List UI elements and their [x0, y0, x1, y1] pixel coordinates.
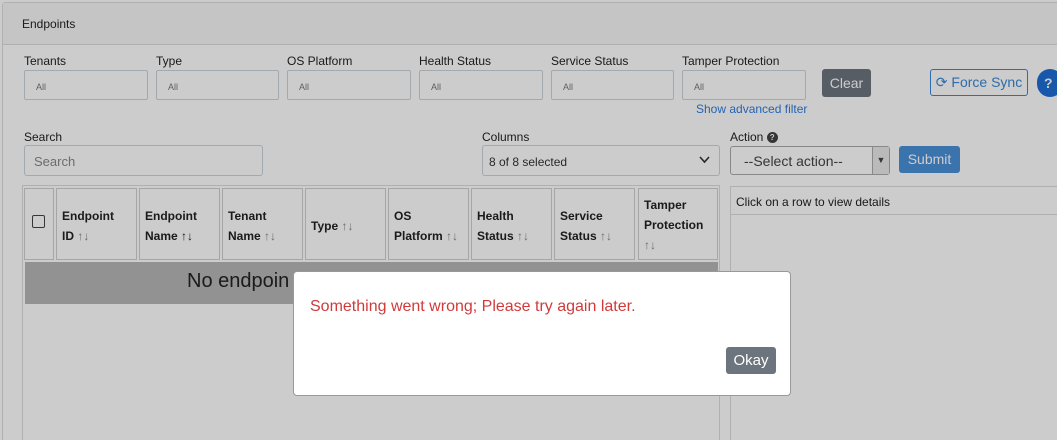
- error-message: Something went wrong; Please try again l…: [310, 298, 636, 315]
- error-dialog: Something went wrong; Please try again l…: [293, 271, 791, 396]
- okay-button[interactable]: Okay: [726, 347, 776, 374]
